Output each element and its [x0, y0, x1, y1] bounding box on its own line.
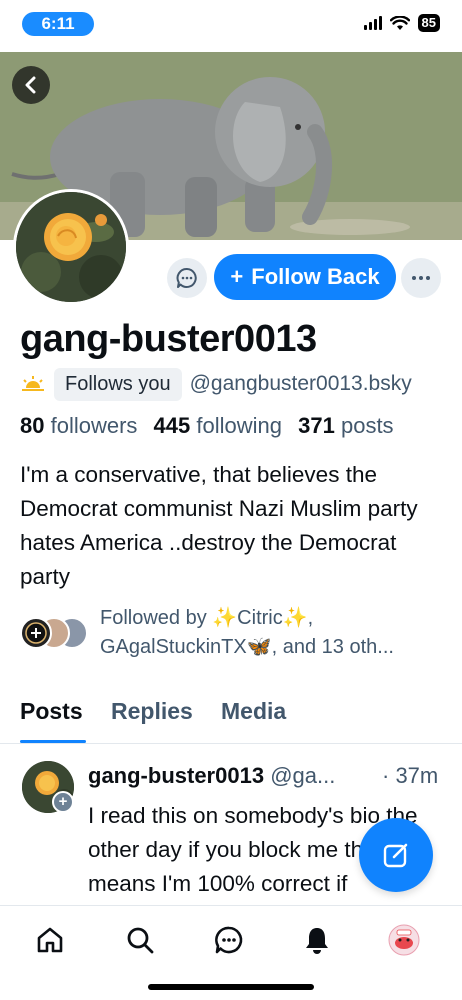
- following-stat[interactable]: 445 following: [154, 413, 292, 438]
- post-handle: @ga...: [270, 763, 336, 788]
- profile-avatar-icon: [388, 924, 420, 956]
- tab-posts[interactable]: Posts: [20, 698, 83, 725]
- home-icon: [37, 927, 63, 953]
- home-indicator: [148, 984, 314, 990]
- sunrise-icon: [22, 376, 44, 391]
- compose-button[interactable]: [359, 818, 433, 892]
- follower-avatars: [20, 613, 90, 653]
- display-name: gang-buster0013: [20, 318, 317, 360]
- nav-search[interactable]: [122, 922, 158, 958]
- profile-handle: @gangbuster0013.bsky: [189, 372, 412, 395]
- chat-icon: [215, 926, 243, 954]
- posts-stat: 371 posts: [298, 413, 394, 438]
- profile-stats: 80 followers 445 following 371 posts: [20, 413, 404, 439]
- chevron-left-icon: [25, 76, 36, 94]
- wifi-icon: [389, 15, 410, 30]
- status-bar: 6:11 85: [0, 0, 462, 50]
- handle-row: Follows you @gangbuster0013.bsky: [20, 367, 412, 401]
- profile-tabs: Posts Replies Media: [0, 694, 462, 744]
- message-button[interactable]: [167, 258, 207, 298]
- profile-avatar[interactable]: [13, 189, 129, 305]
- active-tab-indicator: [20, 740, 86, 743]
- nav-notifications[interactable]: [299, 922, 335, 958]
- notifications-icon: [306, 928, 328, 954]
- follows-you-badge: Follows you: [54, 367, 182, 401]
- followed-by-row[interactable]: Followed by ✨Citric✨, GAgalStuckinTX🦋, a…: [20, 604, 440, 662]
- nav-chat[interactable]: [211, 922, 247, 958]
- tab-replies[interactable]: Replies: [111, 698, 193, 725]
- ellipsis-icon: [412, 276, 416, 280]
- followers-stat[interactable]: 80 followers: [20, 413, 147, 438]
- status-icons: 85: [363, 14, 440, 32]
- chat-bubble-icon: [176, 268, 197, 288]
- profile-bio: I'm a conservative, that believes the De…: [20, 462, 418, 589]
- back-button[interactable]: [12, 66, 50, 104]
- tab-media[interactable]: Media: [221, 698, 286, 725]
- signal-icon: [363, 16, 382, 30]
- nav-profile[interactable]: [386, 922, 422, 958]
- more-options-button[interactable]: [401, 258, 441, 298]
- follower-avatar: [20, 617, 52, 649]
- nav-home[interactable]: [32, 922, 68, 958]
- search-icon: [127, 927, 154, 954]
- post-author[interactable]: gang-buster0013: [88, 763, 264, 788]
- status-time: 6:11: [22, 12, 94, 36]
- follow-plus-badge[interactable]: +: [52, 791, 74, 813]
- post-time: · 37m: [382, 763, 439, 788]
- follow-back-label: Follow Back: [251, 264, 380, 289]
- battery-indicator: 85: [417, 14, 440, 32]
- followed-by-text: Followed by ✨Citric✨, GAgalStuckinTX🦋, a…: [100, 607, 394, 658]
- compose-icon: [383, 843, 408, 868]
- rose-avatar-image: [16, 192, 126, 302]
- follow-back-button[interactable]: + Follow Back: [214, 254, 396, 300]
- plus-icon: +: [230, 264, 244, 289]
